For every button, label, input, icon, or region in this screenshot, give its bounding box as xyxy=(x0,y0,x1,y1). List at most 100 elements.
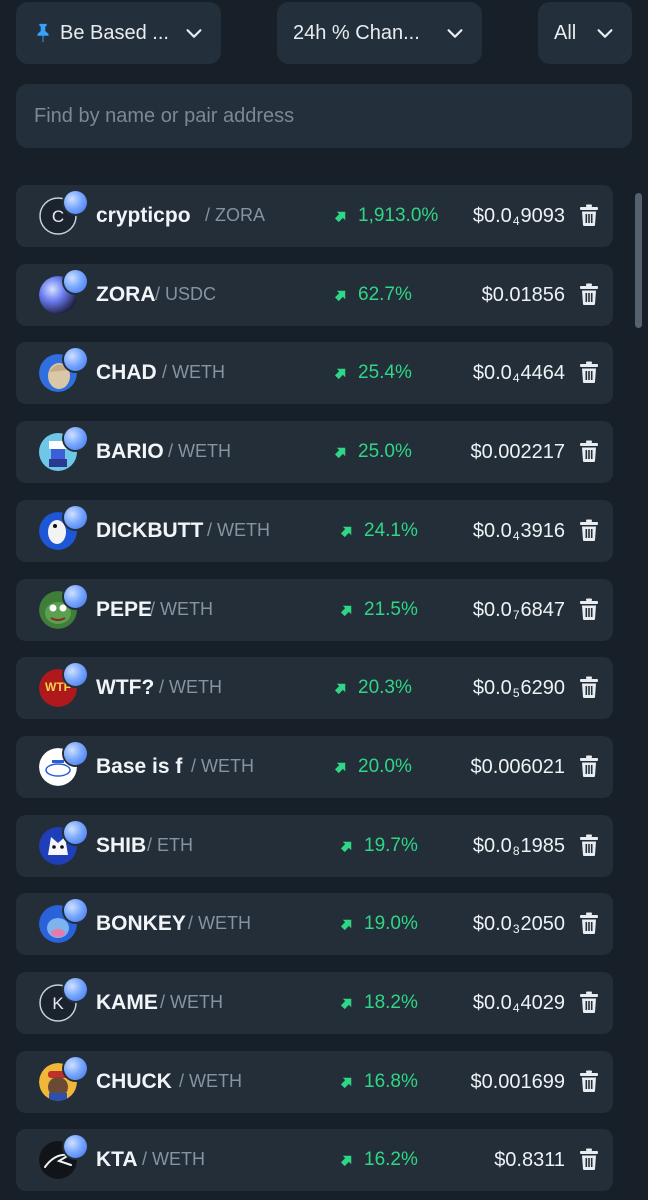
trash-icon[interactable] xyxy=(580,204,598,226)
token-row[interactable]: BARIO / WETH 25.0% $0.002217 xyxy=(16,421,613,483)
token-pair: / WETH xyxy=(142,1149,205,1169)
scope-label: All xyxy=(554,21,577,44)
sort-dropdown[interactable]: 24h % Chan... xyxy=(277,2,482,64)
watchlist-label: Be Based ... xyxy=(60,21,169,44)
trend-up-icon xyxy=(340,841,352,853)
price-zero-count: 4 xyxy=(512,214,520,228)
token-row[interactable]: ZORA / USDC 62.7% $0.01856 xyxy=(16,264,613,326)
price-main: $0.8311 xyxy=(494,1149,565,1171)
chain-badge-icon xyxy=(64,427,87,450)
trash-icon[interactable] xyxy=(580,834,598,856)
price-digits: 4029 xyxy=(520,992,566,1014)
trash-icon[interactable] xyxy=(580,1070,598,1092)
trend-up-icon xyxy=(340,1155,352,1167)
trash-icon[interactable] xyxy=(580,361,598,383)
token-row[interactable]: Base is f / WETH 20.0% $0.006021 xyxy=(16,736,613,798)
trash-icon[interactable] xyxy=(580,755,598,777)
price-main: $0.0 xyxy=(472,835,512,857)
token-name: PEPE xyxy=(96,598,153,621)
token-row[interactable]: SHIB / ETH 19.7% $0.081985 xyxy=(16,815,613,877)
chain-badge-icon xyxy=(64,348,87,371)
price-change: 16.2% xyxy=(364,1149,418,1170)
price-change: 62.7% xyxy=(358,284,412,305)
token-price: $0.044464 xyxy=(473,342,565,404)
token-price: $0.049093 xyxy=(473,185,565,247)
trend-up-icon xyxy=(334,683,346,695)
token-price: $0.081985 xyxy=(473,815,565,877)
chain-badge-icon xyxy=(64,585,87,608)
chain-badge-icon xyxy=(64,270,87,293)
token-row[interactable]: DICKBUTT / WETH 24.1% $0.043916 xyxy=(16,500,613,562)
price-zero-count: 4 xyxy=(512,1001,520,1015)
token-row[interactable]: K KAME / WETH 18.2% $0.044029 xyxy=(16,972,613,1034)
token-name: BARIO xyxy=(96,440,164,463)
trash-icon[interactable] xyxy=(580,519,598,541)
price-change: 21.5% xyxy=(364,599,418,620)
svg-text:C: C xyxy=(52,207,64,226)
price-main: $0.0 xyxy=(472,992,512,1014)
token-name: Base is f xyxy=(96,755,183,778)
trash-icon[interactable] xyxy=(580,598,598,620)
token-row[interactable]: CHAD / WETH 25.4% $0.044464 xyxy=(16,342,613,404)
token-row[interactable]: CHUCK / WETH 16.8% $0.001699 xyxy=(16,1051,613,1113)
token-name: DICKBUTT xyxy=(96,519,204,542)
trash-icon[interactable] xyxy=(580,676,598,698)
token-name: crypticpo xyxy=(96,204,191,227)
token-pair: / WETH xyxy=(188,913,251,933)
trash-icon[interactable] xyxy=(580,440,598,462)
trend-up-icon xyxy=(334,290,346,302)
price-change: 25.0% xyxy=(358,441,412,462)
token-pair: / WETH xyxy=(179,1071,242,1091)
token-price: $0.044029 xyxy=(473,972,565,1034)
token-price: $0.8311 xyxy=(494,1129,565,1191)
token-price: $0.056290 xyxy=(473,657,565,719)
price-digits: 9093 xyxy=(520,205,566,227)
token-row[interactable]: KTA / WETH 16.2% $0.8311 xyxy=(16,1129,613,1191)
token-name: CHUCK xyxy=(96,1070,172,1093)
token-pair: / WETH xyxy=(159,677,222,697)
price-digits: 2050 xyxy=(520,913,566,935)
price-change: 25.4% xyxy=(358,362,412,383)
trash-icon[interactable] xyxy=(580,991,598,1013)
token-row[interactable]: BONKEY / WETH 19.0% $0.032050 xyxy=(16,893,613,955)
token-name: KTA xyxy=(96,1148,138,1171)
token-name: ZORA xyxy=(96,283,156,306)
search-box xyxy=(16,84,632,148)
price-main: $0.0 xyxy=(472,520,512,542)
price-main: $0.0 xyxy=(472,362,512,384)
price-change: 1,913.0% xyxy=(358,205,439,226)
chain-badge-icon xyxy=(64,506,87,529)
price-main: $0.01856 xyxy=(481,284,565,306)
search-input[interactable] xyxy=(32,103,616,129)
trash-icon[interactable] xyxy=(580,912,598,934)
scrollbar[interactable] xyxy=(635,193,642,328)
trash-icon[interactable] xyxy=(580,283,598,305)
token-row[interactable]: WTF WTF? / WETH 20.3% $0.056290 xyxy=(16,657,613,719)
token-name: CHAD xyxy=(96,361,157,384)
trend-up-icon xyxy=(340,998,352,1010)
token-row[interactable]: PEPE / WETH 21.5% $0.076847 xyxy=(16,579,613,641)
price-zero-count: 5 xyxy=(512,686,520,700)
chain-badge-icon xyxy=(64,1057,87,1080)
chain-badge-icon xyxy=(64,821,87,844)
trend-up-icon xyxy=(334,762,346,774)
price-change: 20.0% xyxy=(358,756,412,777)
chain-badge-icon xyxy=(64,742,87,765)
trend-up-icon xyxy=(340,919,352,931)
price-digits: 6847 xyxy=(520,599,566,621)
price-digits: 6290 xyxy=(520,677,566,699)
chain-badge-icon xyxy=(64,899,87,922)
token-price: $0.032050 xyxy=(473,893,565,955)
filter-bar: Be Based ... 24h % Chan... All xyxy=(16,2,632,66)
price-digits: 4464 xyxy=(520,362,566,384)
token-price: $0.076847 xyxy=(473,579,565,641)
token-pair: / WETH xyxy=(150,599,213,619)
scope-dropdown[interactable]: All xyxy=(538,2,632,64)
trash-icon[interactable] xyxy=(580,1148,598,1170)
price-main: $0.006021 xyxy=(470,756,565,778)
token-row[interactable]: Ccrypticpo / ZORA 1,913.0% $0.049093 xyxy=(16,185,613,247)
chain-badge-icon xyxy=(64,978,87,1001)
token-pair: / WETH xyxy=(162,362,225,382)
trend-up-icon xyxy=(334,211,346,223)
watchlist-dropdown[interactable]: Be Based ... xyxy=(16,2,221,64)
